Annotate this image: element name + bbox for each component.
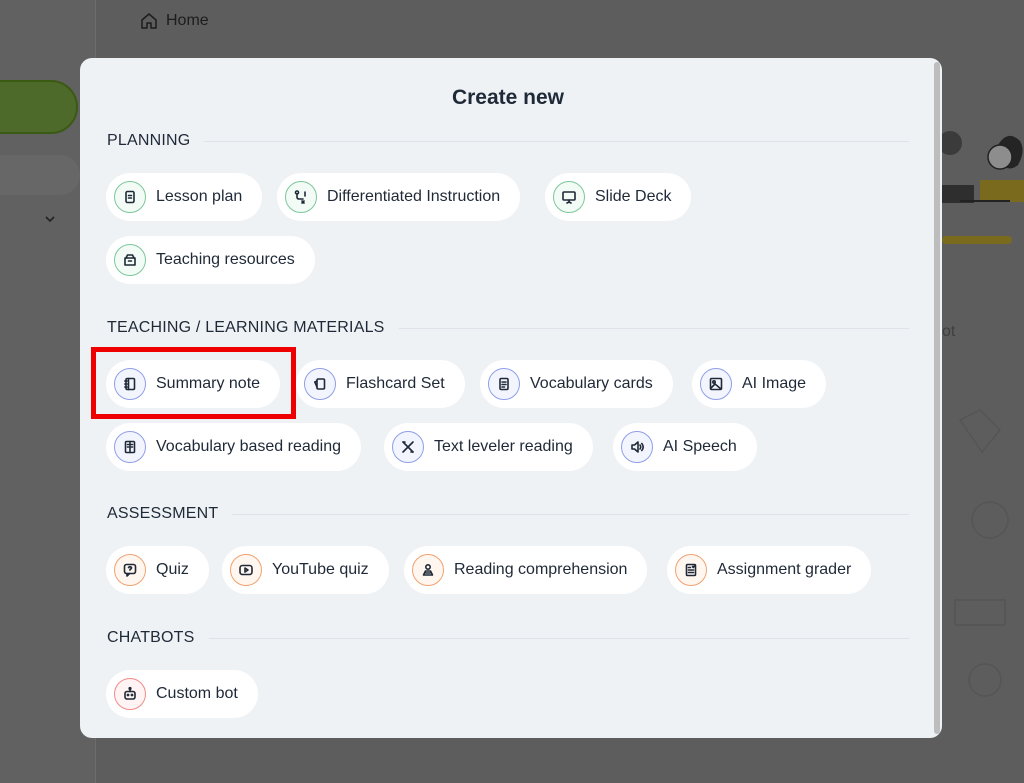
vocabulary-based-reading-button[interactable]: Vocabulary based reading <box>106 423 362 471</box>
chip-label: Flashcard Set <box>346 375 445 392</box>
ai-speech-button[interactable]: AI Speech <box>613 423 757 471</box>
image-icon <box>700 368 732 400</box>
speaker-icon <box>621 431 653 463</box>
create-new-modal: Create new PLANNING Lesson plan Differen… <box>80 58 942 738</box>
vocabulary-cards-button[interactable]: Vocabulary cards <box>480 360 673 408</box>
chip-label: Lesson plan <box>156 188 243 205</box>
chip-label: AI Image <box>742 375 807 392</box>
grader-icon <box>675 554 707 586</box>
flashcard-set-button[interactable]: Flashcard Set <box>296 360 465 408</box>
chip-label: Quiz <box>156 561 189 578</box>
chip-label: Assignment grader <box>717 561 852 578</box>
section-assessment-header: ASSESSMENT <box>107 505 909 523</box>
sidebar-item[interactable] <box>0 155 80 195</box>
chip-label: Vocabulary cards <box>530 375 653 392</box>
assignment-grader-button[interactable]: Assignment grader <box>667 546 872 594</box>
chip-label: Vocabulary based reading <box>156 438 342 455</box>
breadcrumb-home: Home <box>166 12 209 29</box>
highlight-box <box>91 347 296 419</box>
custom-bot-button[interactable]: Custom bot <box>106 670 258 718</box>
reader-icon <box>412 554 444 586</box>
route-icon <box>285 181 317 213</box>
divider <box>398 327 909 329</box>
section-title: CHATBOTS <box>107 629 195 646</box>
section-materials-header: TEACHING / LEARNING MATERIALS <box>107 319 909 337</box>
chip-label: Differentiated Instruction <box>327 188 501 205</box>
presentation-icon <box>553 181 585 213</box>
section-planning-header: PLANNING <box>107 132 909 150</box>
question-bubble-icon <box>114 554 146 586</box>
chip-label: Reading comprehension <box>454 561 628 578</box>
flashcards-icon <box>304 368 336 400</box>
section-title: PLANNING <box>107 132 191 149</box>
quiz-button[interactable]: Quiz <box>106 546 209 594</box>
section-title: ASSESSMENT <box>107 505 219 522</box>
document-icon <box>488 368 520 400</box>
lesson-plan-button[interactable]: Lesson plan <box>106 173 263 221</box>
background-doodles <box>954 409 1009 697</box>
chip-label: YouTube quiz <box>272 561 369 578</box>
chip-label: AI Speech <box>663 438 737 455</box>
section-title: TEACHING / LEARNING MATERIALS <box>107 319 385 336</box>
modal-title: Create new <box>451 86 565 109</box>
clipboard-icon <box>114 181 146 213</box>
divider <box>232 513 909 515</box>
divider <box>208 637 909 639</box>
youtube-icon <box>230 554 262 586</box>
slide-deck-button[interactable]: Slide Deck <box>545 173 692 221</box>
background-text: ot <box>942 323 956 340</box>
youtube-quiz-button[interactable]: YouTube quiz <box>222 546 389 594</box>
book-icon <box>114 431 146 463</box>
chip-label: Slide Deck <box>595 188 672 205</box>
progress-bar <box>942 236 1012 244</box>
teaching-resources-button[interactable]: Teaching resources <box>106 236 315 284</box>
home-icon <box>141 13 157 29</box>
section-chatbots-header: CHATBOTS <box>107 629 909 647</box>
differentiated-instruction-button[interactable]: Differentiated Instruction <box>277 173 521 221</box>
ai-image-button[interactable]: AI Image <box>692 360 827 408</box>
chip-label: Custom bot <box>156 685 238 702</box>
divider <box>204 140 909 142</box>
box-icon <box>114 244 146 276</box>
text-leveler-reading-button[interactable]: Text leveler reading <box>384 423 593 471</box>
chevron-down-icon[interactable] <box>44 212 56 228</box>
robot-icon <box>114 678 146 710</box>
illustration-image <box>940 131 1024 203</box>
reading-comprehension-button[interactable]: Reading comprehension <box>404 546 648 594</box>
chip-label: Text leveler reading <box>434 438 573 455</box>
breadcrumb[interactable]: Home <box>140 12 209 30</box>
sidebar-active-item[interactable] <box>0 80 78 134</box>
chip-label: Teaching resources <box>156 251 295 268</box>
scrollbar[interactable] <box>934 62 940 734</box>
ruler-pencil-icon <box>392 431 424 463</box>
